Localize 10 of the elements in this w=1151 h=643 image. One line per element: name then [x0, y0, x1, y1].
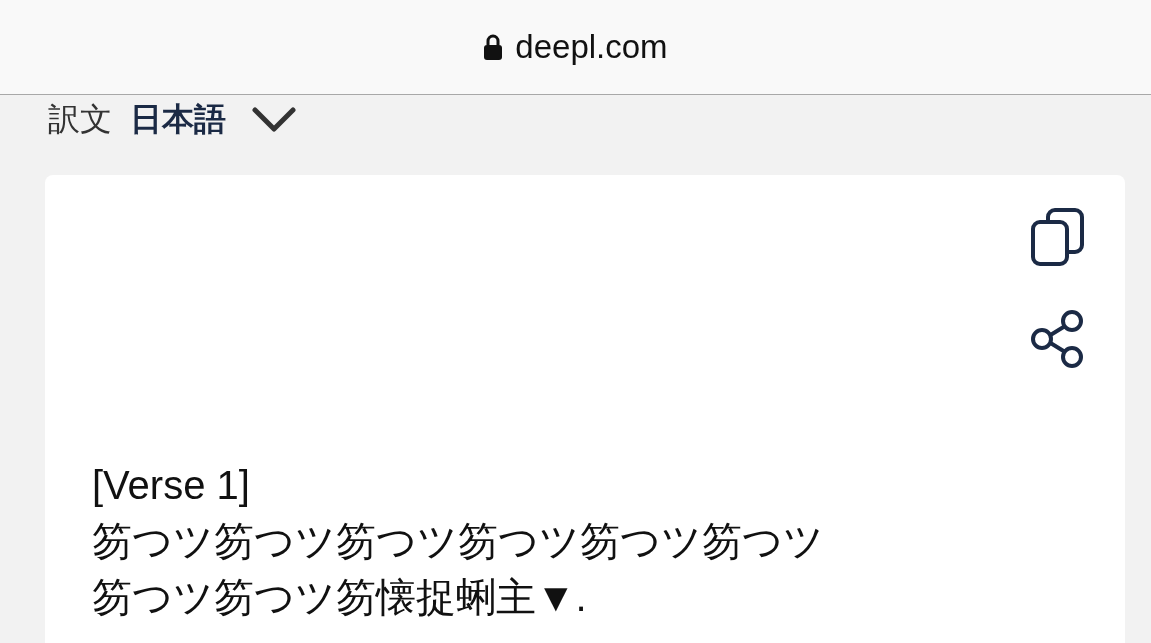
lock-icon	[483, 34, 504, 60]
share-icon[interactable]	[1030, 309, 1086, 369]
translation-line: 笏つツ笏つツ笏つツ笏つツ笏つツ笏つツ	[92, 518, 824, 565]
url-text[interactable]: deepl.com	[515, 28, 668, 66]
copy-icon[interactable]	[1029, 207, 1087, 267]
language-selector[interactable]: 日本語	[130, 98, 226, 142]
target-label: 訳文	[48, 100, 112, 139]
translation-line: 笏つツ笏つツ笏懐捉蜊主▼.	[92, 574, 587, 621]
translation-line: [Verse 1]	[92, 462, 250, 509]
chevron-down-icon[interactable]	[252, 107, 296, 133]
